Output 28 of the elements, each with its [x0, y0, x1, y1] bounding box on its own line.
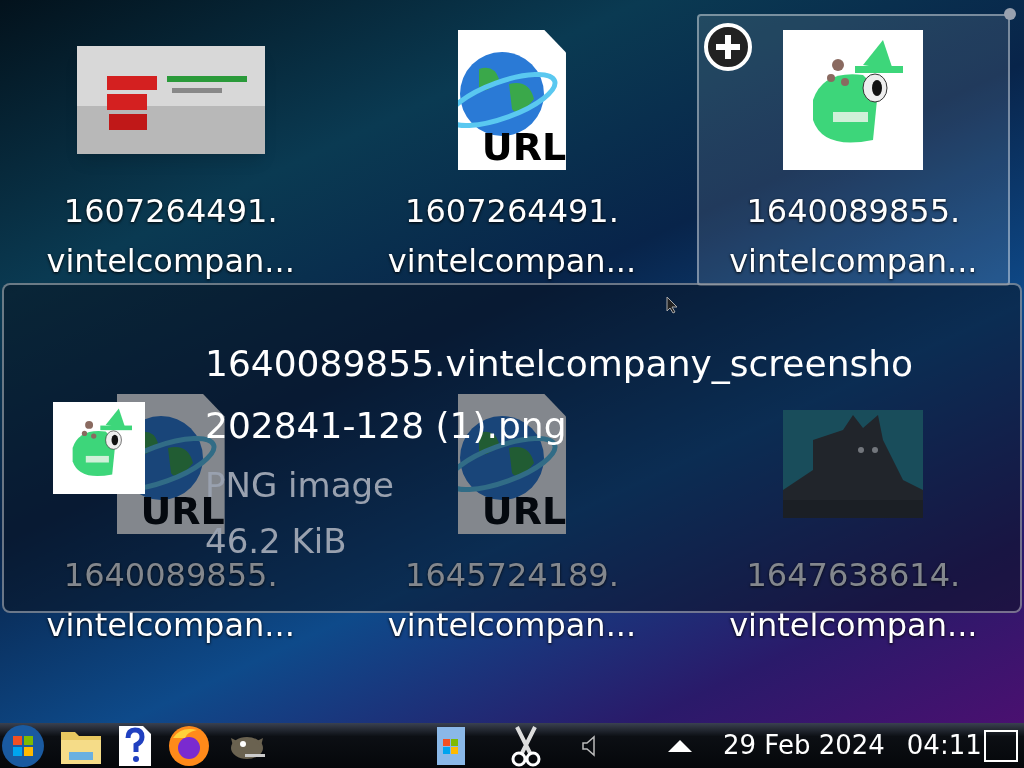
clock-date[interactable]: 29 Feb 2024: [723, 726, 885, 765]
scissors-icon[interactable]: [509, 724, 543, 767]
icon-label: 1607264491.: [63, 191, 278, 232]
icon-label: 1640089855.: [63, 555, 278, 596]
show-desktop-button[interactable]: [984, 729, 1018, 762]
url-label: URL: [480, 492, 567, 530]
icon-label: vintelcompan...: [46, 241, 295, 282]
icon-label: vintelcompan...: [729, 241, 978, 282]
icon-label: vintelcompan...: [387, 241, 637, 282]
icon-label: vintelcompan...: [729, 605, 978, 646]
tooltip-filename: 202841-128 (1).png: [205, 404, 567, 448]
icon-label: vintelcompan...: [46, 605, 295, 646]
icon-label: 1645724189.: [405, 555, 619, 596]
icon-label: 1607264491.: [405, 191, 619, 232]
volume-icon[interactable]: [581, 734, 597, 757]
browser-icon[interactable]: [167, 723, 211, 768]
add-icon[interactable]: [702, 22, 753, 72]
expand-tray-icon[interactable]: [667, 738, 693, 753]
icon-label: 1640089855.: [746, 191, 961, 232]
start-orb-icon[interactable]: [1, 723, 45, 768]
mouse-cursor-icon: [666, 296, 678, 314]
url-label: URL: [480, 128, 567, 166]
icon-label: vintelcompan...: [387, 605, 637, 646]
clock-time[interactable]: 04:11: [906, 726, 982, 765]
tooltip-filename: 1640089855.vintelcompany_screensho: [205, 342, 914, 386]
resize-handle[interactable]: [1004, 8, 1016, 20]
icon-label: 1647638614.: [746, 555, 961, 596]
help-icon[interactable]: [117, 723, 153, 768]
